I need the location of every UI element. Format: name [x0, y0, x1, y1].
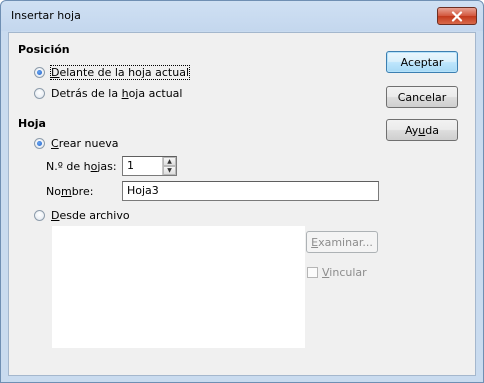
radio-create-new-label: Crear nueva: [51, 136, 119, 150]
link-checkbox-row[interactable]: Vincular: [307, 264, 367, 280]
link-checkbox[interactable]: [307, 266, 318, 278]
radio-button[interactable]: [34, 137, 45, 149]
sheet-count-stepper[interactable]: 1 ▲ ▼: [122, 156, 177, 176]
radio-before-current[interactable]: Delante de la hoja actual: [34, 64, 191, 80]
sheet-count-label: N.º de hojas:: [46, 160, 117, 173]
radio-after-label: Detrás de la hoja actual: [51, 86, 183, 100]
file-sheet-list[interactable]: [52, 226, 305, 348]
sheet-name-label: Nombre:: [46, 185, 94, 198]
sheet-heading: Hoja: [18, 117, 46, 130]
title-bar[interactable]: Insertar hoja: [1, 1, 483, 31]
help-button[interactable]: Ayuda: [386, 119, 458, 141]
radio-before-label: Delante de la hoja actual: [49, 64, 191, 80]
radio-from-file-label: Desde archivo: [51, 208, 130, 222]
spin-down-icon[interactable]: ▼: [163, 166, 176, 175]
radio-create-new[interactable]: Crear nueva: [34, 135, 118, 151]
close-button[interactable]: [437, 7, 477, 25]
radio-button[interactable]: [34, 66, 45, 78]
radio-from-file[interactable]: Desde archivo: [34, 207, 130, 223]
cancel-button[interactable]: Cancelar: [386, 86, 458, 108]
sheet-name-value: Hoja3: [127, 184, 159, 197]
position-heading: Posición: [18, 43, 70, 56]
radio-after-current[interactable]: Detrás de la hoja actual: [34, 85, 182, 101]
browse-button[interactable]: Examinar...: [306, 231, 378, 253]
insert-sheet-dialog: Insertar hoja Posición Delante de la hoj…: [0, 0, 484, 383]
link-checkbox-label: Vincular: [322, 265, 367, 279]
ok-button[interactable]: Aceptar: [386, 51, 458, 73]
sheet-count-value: 1: [127, 159, 134, 172]
radio-button[interactable]: [34, 87, 45, 99]
close-icon: [451, 11, 463, 22]
spin-buttons: ▲ ▼: [162, 157, 176, 175]
window-title: Insertar hoja: [11, 9, 81, 22]
dialog-body: Posición Delante de la hoja actual Detrá…: [8, 32, 476, 376]
sheet-name-input[interactable]: Hoja3: [122, 181, 379, 201]
radio-button[interactable]: [34, 209, 45, 221]
